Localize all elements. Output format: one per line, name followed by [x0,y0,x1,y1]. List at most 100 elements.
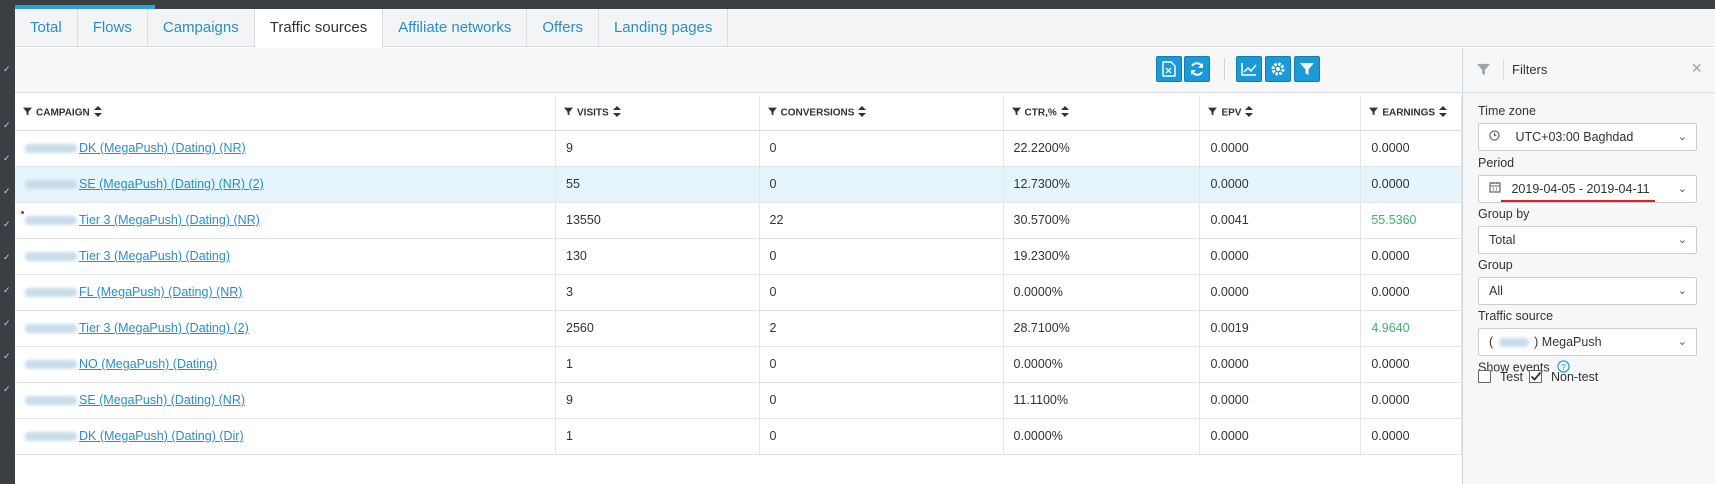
calendar-icon [1489,176,1505,202]
visits-cell: 1 [555,346,760,383]
chevron-down-icon: ⌄ [1677,183,1687,195]
period-label: Period [1478,156,1515,170]
column-header-ctr[interactable]: CTR,% [1003,97,1201,131]
table-row[interactable]: SE (MegaPush) (Dating) (NR) (2) 55 0 12.… [15,166,1462,203]
campaign-link[interactable]: SE (MegaPush) (Dating) (NR) [79,393,245,407]
table-row[interactable]: NO (MegaPush) (Dating) 1 0 0.0000% 0.000… [15,346,1462,383]
column-header-conversions[interactable]: CONVERSIONS [759,97,1004,131]
earnings-cell: 0.0000 [1360,238,1462,275]
epv-cell: 0.0000 [1199,166,1362,203]
epv-cell: 0.0019 [1199,310,1362,347]
test-checkbox[interactable] [1478,370,1491,383]
ctr-cell: 11.1100% [1003,382,1201,419]
tab-offers[interactable]: Offers [527,9,599,47]
filter-icon[interactable] [1011,107,1021,119]
tab-landing-pages[interactable]: Landing pages [599,9,729,47]
epv-cell: 0.0041 [1199,202,1362,239]
chart-icon [1241,63,1257,76]
column-header-earnings[interactable]: EARNINGS [1360,97,1462,131]
red-underline-annotation [1501,200,1655,202]
ctr-cell: 28.7100% [1003,310,1201,347]
filters-panel-header: Filters × [1463,48,1715,93]
earnings-cell: 0.0000 [1360,418,1462,455]
table-row[interactable]: Tier 3 (MegaPush) (Dating) (NR) 13550 22… [15,202,1462,239]
campaign-link[interactable]: FL (MegaPush) (Dating) (NR) [79,285,242,299]
filter-icon [1477,63,1490,79]
filter-icon[interactable] [1208,107,1218,119]
column-header-visits[interactable]: VISITS [555,97,760,131]
campaign-link[interactable]: Tier 3 (MegaPush) (Dating) (NR) [79,213,260,227]
filter-icon[interactable] [767,107,777,119]
redacted-text [25,360,77,370]
campaign-link[interactable]: Tier 3 (MegaPush) (Dating) [79,249,230,263]
filter-icon[interactable] [23,107,32,119]
column-header-campaign[interactable]: CAMPAIGN [15,97,557,131]
campaign-link[interactable]: DK (MegaPush) (Dating) (Dir) [79,429,244,443]
filter-icon[interactable] [564,107,574,119]
chart-button[interactable] [1236,56,1262,82]
campaign-link[interactable]: NO (MegaPush) (Dating) [79,357,217,371]
tab-campaigns[interactable]: Campaigns [148,9,255,47]
close-icon[interactable]: × [1691,58,1702,79]
sort-icon[interactable] [858,106,867,120]
sort-icon[interactable] [1245,106,1254,120]
chevron-down-icon: ⌄ [1677,234,1687,246]
checkmark-icon: ✓ [3,318,11,328]
clock-icon [1489,124,1505,150]
campaign-link[interactable]: Tier 3 (MegaPush) (Dating) (2) [79,321,249,335]
table-row[interactable]: Tier 3 (MegaPush) (Dating) (2) 2560 2 28… [15,310,1462,347]
campaign-link[interactable]: SE (MegaPush) (Dating) (NR) (2) [79,177,264,191]
sort-icon[interactable] [1060,106,1069,120]
redacted-text [25,252,77,262]
settings-button[interactable] [1265,56,1291,82]
sort-icon[interactable] [1439,106,1448,120]
table-row[interactable]: DK (MegaPush) (Dating) (NR) 9 0 22.2200%… [15,130,1462,167]
table-row[interactable]: SE (MegaPush) (Dating) (NR) 9 0 11.1100%… [15,382,1462,419]
visits-cell: 2560 [555,310,760,347]
earnings-cell: 0.0000 [1360,274,1462,311]
settings-icon [1271,62,1285,76]
group-select[interactable]: All ⌄ [1478,277,1697,305]
refresh-button[interactable] [1184,56,1210,82]
sort-icon[interactable] [93,106,102,120]
earnings-cell: 55.5360 [1360,202,1462,239]
filters-panel: Filters × Time zone UTC+03:00 Baghdad ⌄ … [1463,48,1715,484]
nontest-checkbox[interactable] [1529,370,1542,383]
filter-icon[interactable] [1369,107,1379,119]
export-excel-button[interactable] [1156,56,1182,82]
table-toolbar [15,48,1461,93]
redacted-text [25,396,77,406]
redacted-text [25,288,77,298]
tab-total[interactable]: Total [15,9,78,47]
sort-icon[interactable] [612,106,621,120]
conversions-cell: 0 [759,418,1004,455]
redacted-text [25,144,77,154]
tab-affiliate-networks[interactable]: Affiliate networks [383,9,528,47]
column-header-epv[interactable]: EPV [1199,97,1362,131]
filters-title: Filters [1512,62,1548,77]
epv-cell: 0.0000 [1199,274,1362,311]
checkmark-icon: ✓ [3,285,11,295]
conversions-cell: 0 [759,238,1004,275]
visits-cell: 55 [555,166,760,203]
group-by-select[interactable]: Total ⌄ [1478,226,1697,254]
traffic-source-select[interactable]: ( ) MegaPush ⌄ [1478,328,1697,356]
checkmark-icon [1530,371,1542,381]
traffic-sources-table: CAMPAIGN VISITS CONVERSIONS CTR,% EPV EA… [15,97,1462,455]
filter-button[interactable] [1294,56,1320,82]
checkmark-icon: ✓ [3,186,11,196]
table-header-row: CAMPAIGN VISITS CONVERSIONS CTR,% EPV EA… [15,97,1462,131]
timezone-select[interactable]: UTC+03:00 Baghdad ⌄ [1478,123,1697,151]
table-row[interactable]: DK (MegaPush) (Dating) (Dir) 1 0 0.0000%… [15,418,1462,455]
period-select[interactable]: 2019-04-05 - 2019-04-11 ⌄ [1478,175,1697,203]
chevron-down-icon: ⌄ [1677,285,1687,297]
checkmark-icon: ✓ [3,153,11,163]
redacted-text [1498,338,1529,348]
tab-traffic-sources[interactable]: Traffic sources [254,9,384,48]
epv-cell: 0.0000 [1199,382,1362,419]
table-row[interactable]: Tier 3 (MegaPush) (Dating) 130 0 19.2300… [15,238,1462,275]
table-row[interactable]: FL (MegaPush) (Dating) (NR) 3 0 0.0000% … [15,274,1462,311]
red-dot-annotation [21,211,24,214]
campaign-link[interactable]: DK (MegaPush) (Dating) (NR) [79,141,246,155]
tab-flows[interactable]: Flows [78,9,148,47]
